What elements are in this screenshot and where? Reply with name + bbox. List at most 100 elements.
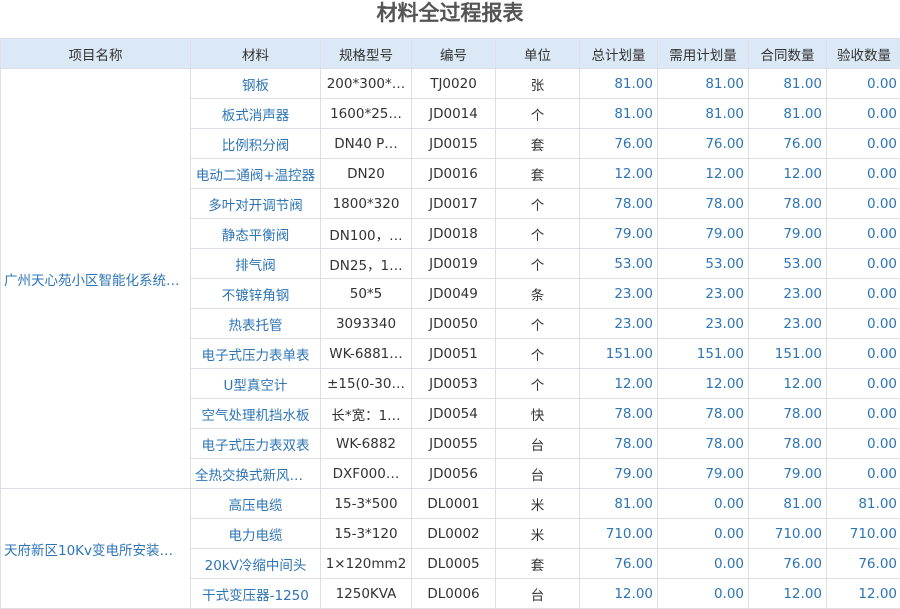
contract-qty-cell[interactable]: 12.00 xyxy=(749,579,827,609)
accept-qty-cell[interactable]: 0.00 xyxy=(827,309,900,339)
table-row[interactable]: 天府新区10Kv变电所安装工程高压电缆15-3*500DL0001米81.000… xyxy=(1,489,900,519)
accept-qty-cell[interactable]: 0.00 xyxy=(827,249,900,279)
need-plan-cell[interactable]: 12.00 xyxy=(658,369,749,399)
total-plan-cell[interactable]: 78.00 xyxy=(580,399,658,429)
contract-qty-cell[interactable]: 12.00 xyxy=(749,369,827,399)
accept-qty-cell[interactable]: 0.00 xyxy=(827,339,900,369)
material-cell[interactable]: 空气处理机挡水板 xyxy=(191,399,321,429)
contract-qty-cell[interactable]: 23.00 xyxy=(749,279,827,309)
contract-qty-cell[interactable]: 12.00 xyxy=(749,159,827,189)
need-plan-cell[interactable]: 78.00 xyxy=(658,189,749,219)
contract-qty-cell[interactable]: 81.00 xyxy=(749,69,827,99)
col-header-accept-qty[interactable]: 验收数量 xyxy=(827,39,900,69)
material-cell[interactable]: 比例积分阀 xyxy=(191,129,321,159)
accept-qty-cell[interactable]: 12.00 xyxy=(827,579,900,609)
accept-qty-cell[interactable]: 0.00 xyxy=(827,189,900,219)
material-cell[interactable]: 干式变压器-1250 xyxy=(191,579,321,609)
material-cell[interactable]: 热表托管 xyxy=(191,309,321,339)
total-plan-cell[interactable]: 23.00 xyxy=(580,279,658,309)
material-cell[interactable]: 多叶对开调节阀 xyxy=(191,189,321,219)
accept-qty-cell[interactable]: 0.00 xyxy=(827,399,900,429)
need-plan-cell[interactable]: 151.00 xyxy=(658,339,749,369)
project-name-cell[interactable]: 广州天心苑小区智能化系统工程 xyxy=(1,69,191,489)
accept-qty-cell[interactable]: 0.00 xyxy=(827,369,900,399)
accept-qty-cell[interactable]: 0.00 xyxy=(827,429,900,459)
contract-qty-cell[interactable]: 710.00 xyxy=(749,519,827,549)
contract-qty-cell[interactable]: 78.00 xyxy=(749,399,827,429)
contract-qty-cell[interactable]: 79.00 xyxy=(749,219,827,249)
accept-qty-cell[interactable]: 0.00 xyxy=(827,279,900,309)
material-cell[interactable]: 板式消声器 xyxy=(191,99,321,129)
contract-qty-cell[interactable]: 78.00 xyxy=(749,429,827,459)
material-cell[interactable]: 20kV冷缩中间头 xyxy=(191,549,321,579)
contract-qty-cell[interactable]: 23.00 xyxy=(749,309,827,339)
total-plan-cell[interactable]: 76.00 xyxy=(580,129,658,159)
total-plan-cell[interactable]: 12.00 xyxy=(580,369,658,399)
need-plan-cell[interactable]: 0.00 xyxy=(658,579,749,609)
total-plan-cell[interactable]: 151.00 xyxy=(580,339,658,369)
need-plan-cell[interactable]: 78.00 xyxy=(658,429,749,459)
total-plan-cell[interactable]: 78.00 xyxy=(580,429,658,459)
total-plan-cell[interactable]: 53.00 xyxy=(580,249,658,279)
col-header-unit[interactable]: 单位 xyxy=(496,39,580,69)
need-plan-cell[interactable]: 23.00 xyxy=(658,279,749,309)
contract-qty-cell[interactable]: 76.00 xyxy=(749,129,827,159)
material-cell[interactable]: 电力电缆 xyxy=(191,519,321,549)
col-header-spec[interactable]: 规格型号 xyxy=(321,39,412,69)
material-cell[interactable]: 全热交换式新风换气 xyxy=(191,459,321,489)
total-plan-cell[interactable]: 81.00 xyxy=(580,99,658,129)
accept-qty-cell[interactable]: 0.00 xyxy=(827,219,900,249)
accept-qty-cell[interactable]: 76.00 xyxy=(827,549,900,579)
contract-qty-cell[interactable]: 53.00 xyxy=(749,249,827,279)
need-plan-cell[interactable]: 0.00 xyxy=(658,489,749,519)
col-header-need-plan[interactable]: 需用计划量 xyxy=(658,39,749,69)
material-cell[interactable]: 电动二通阀+温控器 xyxy=(191,159,321,189)
accept-qty-cell[interactable]: 81.00 xyxy=(827,489,900,519)
total-plan-cell[interactable]: 23.00 xyxy=(580,309,658,339)
col-header-code[interactable]: 编号 xyxy=(412,39,496,69)
col-header-project[interactable]: 项目名称 xyxy=(1,39,191,69)
col-header-total-plan[interactable]: 总计划量 xyxy=(580,39,658,69)
need-plan-cell[interactable]: 79.00 xyxy=(658,219,749,249)
need-plan-cell[interactable]: 78.00 xyxy=(658,399,749,429)
accept-qty-cell[interactable]: 0.00 xyxy=(827,99,900,129)
need-plan-cell[interactable]: 81.00 xyxy=(658,69,749,99)
need-plan-cell[interactable]: 0.00 xyxy=(658,549,749,579)
material-cell[interactable]: 钢板 xyxy=(191,69,321,99)
material-cell[interactable]: 静态平衡阀 xyxy=(191,219,321,249)
total-plan-cell[interactable]: 710.00 xyxy=(580,519,658,549)
contract-qty-cell[interactable]: 151.00 xyxy=(749,339,827,369)
total-plan-cell[interactable]: 81.00 xyxy=(580,489,658,519)
accept-qty-cell[interactable]: 710.00 xyxy=(827,519,900,549)
contract-qty-cell[interactable]: 79.00 xyxy=(749,459,827,489)
total-plan-cell[interactable]: 12.00 xyxy=(580,159,658,189)
table-row[interactable]: 广州天心苑小区智能化系统工程钢板200*300*…TJ0020张81.0081.… xyxy=(1,69,900,99)
need-plan-cell[interactable]: 81.00 xyxy=(658,99,749,129)
material-cell[interactable]: 电子式压力表双表 xyxy=(191,429,321,459)
project-name-cell[interactable]: 天府新区10Kv变电所安装工程 xyxy=(1,489,191,609)
col-header-contract-qty[interactable]: 合同数量 xyxy=(749,39,827,69)
material-cell[interactable]: 不镀锌角钢 xyxy=(191,279,321,309)
accept-qty-cell[interactable]: 0.00 xyxy=(827,129,900,159)
material-cell[interactable]: 高压电缆 xyxy=(191,489,321,519)
contract-qty-cell[interactable]: 76.00 xyxy=(749,549,827,579)
material-cell[interactable]: 排气阀 xyxy=(191,249,321,279)
total-plan-cell[interactable]: 12.00 xyxy=(580,579,658,609)
col-header-material[interactable]: 材料 xyxy=(191,39,321,69)
contract-qty-cell[interactable]: 81.00 xyxy=(749,489,827,519)
need-plan-cell[interactable]: 12.00 xyxy=(658,159,749,189)
material-cell[interactable]: 电子式压力表单表 xyxy=(191,339,321,369)
need-plan-cell[interactable]: 53.00 xyxy=(658,249,749,279)
total-plan-cell[interactable]: 81.00 xyxy=(580,69,658,99)
contract-qty-cell[interactable]: 78.00 xyxy=(749,189,827,219)
need-plan-cell[interactable]: 23.00 xyxy=(658,309,749,339)
material-cell[interactable]: U型真空计 xyxy=(191,369,321,399)
need-plan-cell[interactable]: 76.00 xyxy=(658,129,749,159)
accept-qty-cell[interactable]: 0.00 xyxy=(827,69,900,99)
need-plan-cell[interactable]: 0.00 xyxy=(658,519,749,549)
accept-qty-cell[interactable]: 0.00 xyxy=(827,459,900,489)
total-plan-cell[interactable]: 79.00 xyxy=(580,459,658,489)
total-plan-cell[interactable]: 79.00 xyxy=(580,219,658,249)
need-plan-cell[interactable]: 79.00 xyxy=(658,459,749,489)
accept-qty-cell[interactable]: 0.00 xyxy=(827,159,900,189)
